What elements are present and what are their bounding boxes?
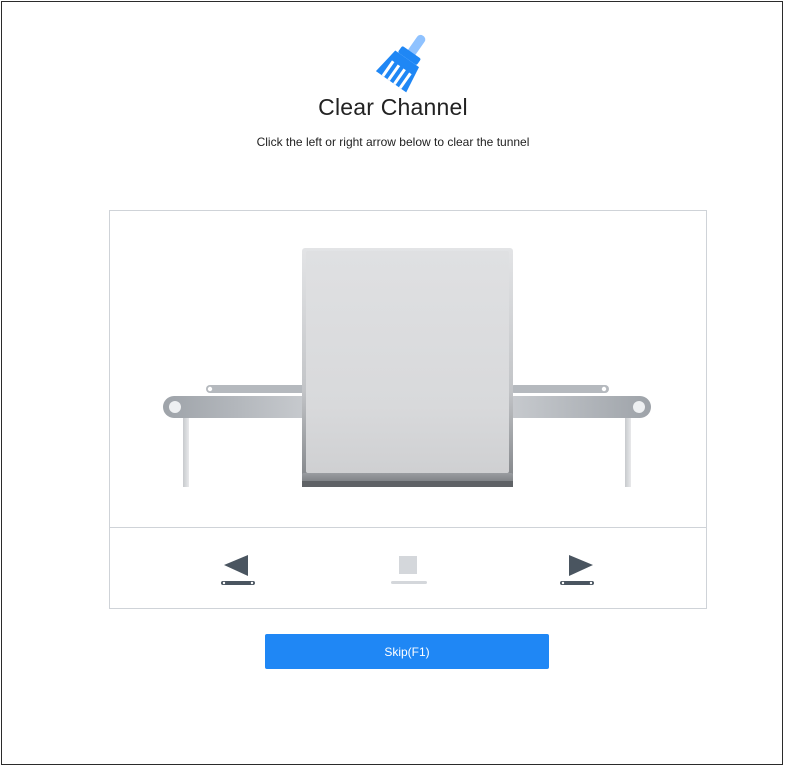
xray-scanner-illustration: [110, 211, 706, 527]
tunnel-panel: [109, 210, 707, 609]
move-right-button[interactable]: [557, 552, 599, 588]
move-left-button[interactable]: [218, 552, 260, 588]
broom-brush-icon: [372, 28, 438, 94]
page-subtitle: Click the left or right arrow below to c…: [256, 135, 530, 149]
arrow-left-icon: [221, 555, 255, 585]
tunnel-controls: [110, 528, 706, 608]
stop-square-icon: [391, 556, 427, 584]
stop-button[interactable]: [388, 552, 430, 588]
skip-button[interactable]: Skip(F1): [265, 634, 549, 669]
arrow-right-icon: [560, 555, 594, 585]
page-title: Clear Channel: [318, 94, 468, 120]
